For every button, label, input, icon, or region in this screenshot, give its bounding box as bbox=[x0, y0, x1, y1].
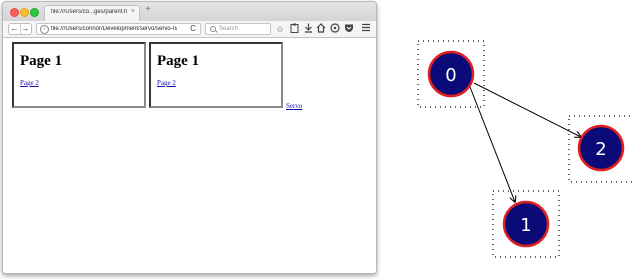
node-2-label: 2 bbox=[595, 139, 606, 160]
tab-title: file:///Users/co...ges/parent.html bbox=[51, 9, 127, 15]
reload-button[interactable]: C bbox=[190, 24, 196, 33]
home-icon[interactable] bbox=[316, 23, 326, 36]
back-forward-group: ← → bbox=[8, 23, 32, 35]
smiley-icon bbox=[330, 23, 340, 33]
minimize-window-button[interactable] bbox=[20, 8, 29, 17]
pocket-icon[interactable] bbox=[344, 23, 354, 36]
page-2-link[interactable]: Page 2 bbox=[20, 79, 39, 87]
tab-close-icon[interactable]: × bbox=[131, 8, 135, 15]
browser-window: file:///Users/co...ges/parent.html × + ←… bbox=[2, 1, 377, 274]
clipboard-icon bbox=[290, 23, 298, 33]
maximize-window-button[interactable] bbox=[30, 8, 39, 17]
edge-0-2 bbox=[473, 82, 581, 137]
iframe-left: Page 1 Page 2 bbox=[12, 42, 146, 108]
node-2: 2 bbox=[577, 124, 625, 172]
search-placeholder: Search bbox=[219, 26, 239, 32]
edge-0-1 bbox=[469, 86, 515, 202]
info-icon[interactable]: i bbox=[40, 25, 49, 34]
navigation-toolbar: ← → i file:///Users/connor/Development/s… bbox=[3, 21, 376, 38]
url-text[interactable]: file:///Users/connor/Development/servo/s… bbox=[51, 26, 177, 32]
node-0-label: 0 bbox=[445, 65, 456, 86]
download-icon[interactable] bbox=[303, 23, 313, 36]
node-1-label: 1 bbox=[520, 215, 531, 236]
node-0: 0 bbox=[427, 50, 475, 98]
browser-tab[interactable]: file:///Users/co...ges/parent.html × bbox=[44, 5, 140, 21]
reading-list-icon[interactable] bbox=[289, 23, 299, 36]
bookmark-star-icon[interactable]: ☆ bbox=[275, 23, 285, 35]
iframe-heading: Page 1 bbox=[157, 53, 200, 69]
forward-button[interactable]: → bbox=[20, 24, 31, 34]
frame-tree-diagram: 0 2 1 bbox=[417, 40, 632, 258]
house-icon bbox=[316, 23, 326, 33]
node-1: 1 bbox=[502, 200, 550, 248]
servo-link[interactable]: Servo bbox=[286, 102, 302, 110]
search-input[interactable]: Search bbox=[205, 23, 271, 35]
shield-icon bbox=[345, 24, 353, 32]
page-content: Page 1 Page 2 Page 1 Page 2 Servo bbox=[3, 39, 376, 273]
new-tab-button[interactable]: + bbox=[145, 4, 151, 15]
menu-icon[interactable] bbox=[361, 23, 371, 35]
tab-strip: file:///Users/co...ges/parent.html × + bbox=[3, 2, 376, 21]
page-2-link[interactable]: Page 2 bbox=[157, 79, 176, 87]
close-window-button[interactable] bbox=[10, 8, 19, 17]
iframe-heading: Page 1 bbox=[20, 53, 63, 69]
download-arrow-icon bbox=[304, 23, 312, 33]
account-icon[interactable] bbox=[330, 23, 340, 36]
iframe-right: Page 1 Page 2 bbox=[149, 42, 283, 108]
hamburger-icon bbox=[362, 23, 370, 32]
url-bar[interactable]: i file:///Users/connor/Development/servo… bbox=[36, 23, 201, 35]
search-icon bbox=[210, 26, 216, 32]
